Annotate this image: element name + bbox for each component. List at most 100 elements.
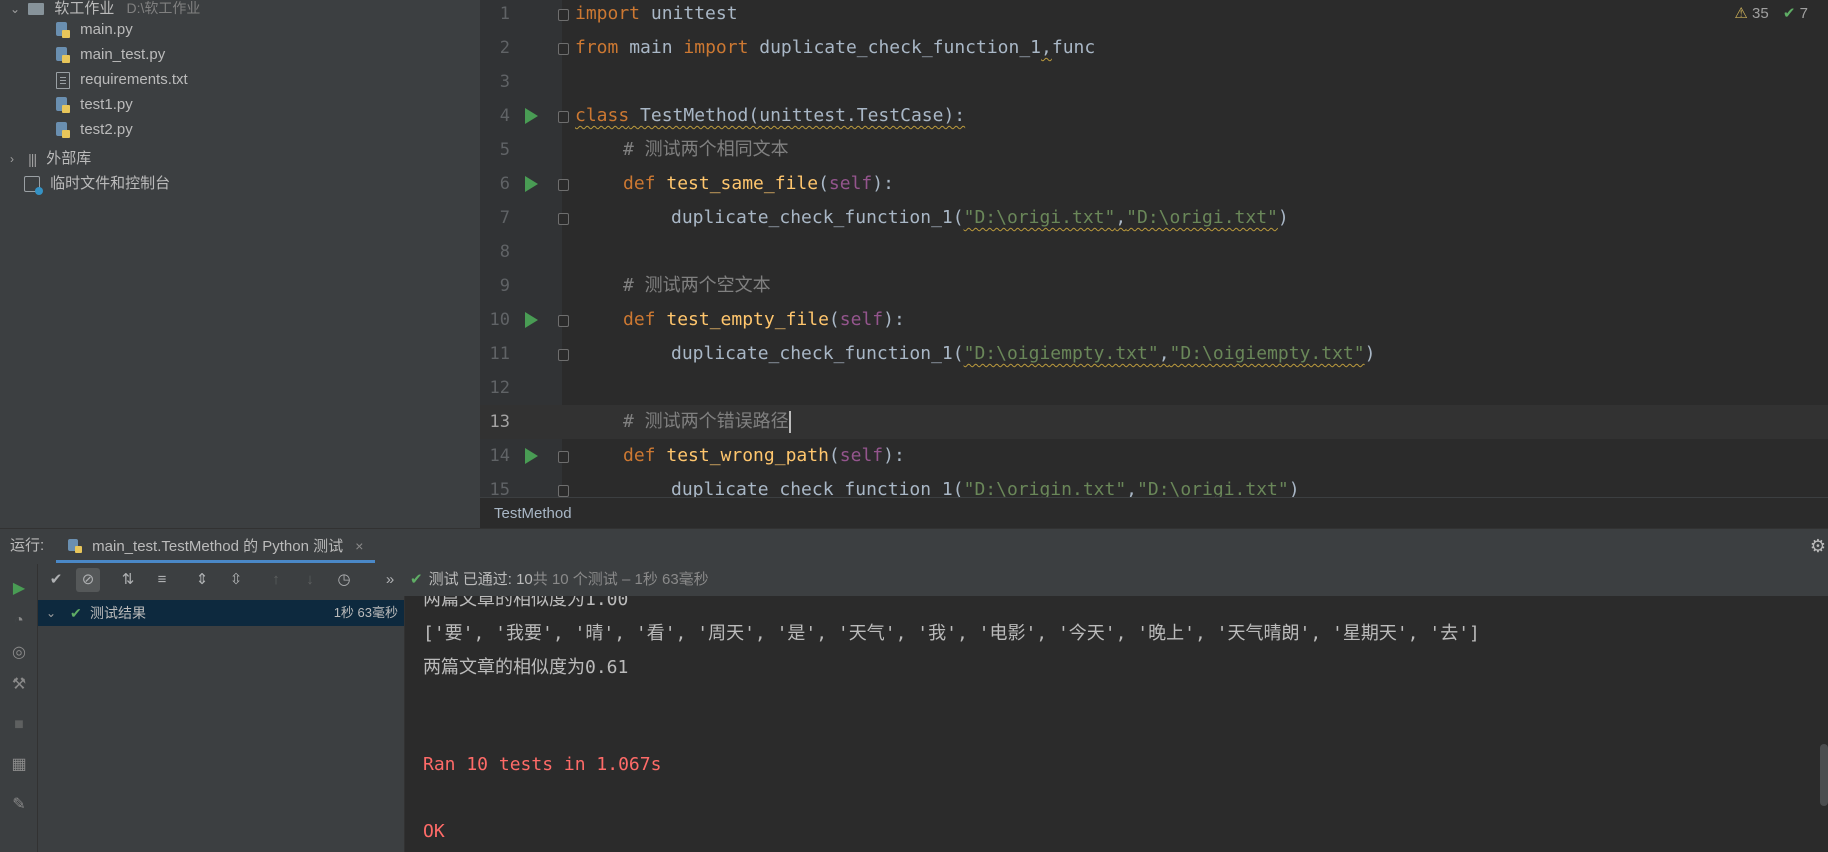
code-line[interactable]: 14 def test_wrong_path(self): — [480, 439, 1828, 473]
layout-icon[interactable]: ▦ — [8, 754, 30, 776]
editor-breadcrumb[interactable]: TestMethod — [480, 497, 1828, 528]
console-line: ['要', '我要', '晴', '看', '周天', '是', '天气', '… — [423, 623, 1480, 644]
code-line[interactable]: 4 class TestMethod(unittest.TestCase): — [480, 99, 1828, 133]
console-line-ok: OK — [423, 821, 445, 842]
wrench-icon[interactable]: ⚒ — [8, 674, 30, 696]
fold-marker-icon[interactable] — [558, 451, 569, 463]
code-line[interactable]: 9 # 测试两个空文本 — [480, 269, 1828, 303]
code-line[interactable]: 11 duplicate_check_function_1("D:\oigiem… — [480, 337, 1828, 371]
scratch-icon — [24, 176, 43, 196]
fold-marker-icon[interactable] — [558, 213, 569, 225]
check-icon: ✔ — [410, 571, 423, 588]
run-label: 运行: — [10, 537, 45, 554]
debug-icon[interactable]: ◔ — [8, 610, 30, 632]
profiler-icon[interactable]: ◎ — [8, 642, 30, 664]
line-number: 6 — [499, 174, 510, 194]
run-test-icon[interactable] — [525, 176, 538, 192]
run-tab-label: main_test.TestMethod 的 Python 测试 — [92, 538, 344, 555]
tree-file-requirements[interactable]: requirements.txt — [56, 67, 188, 92]
test-results-root[interactable]: ⌄ ✔ 测试结果 1秒 63毫秒 — [38, 600, 404, 626]
line-number: 11 — [489, 344, 510, 364]
chevron-down-icon[interactable]: ⌄ — [46, 600, 56, 626]
expand-all-icon[interactable]: ⇕ — [190, 568, 214, 592]
tree-scratches[interactable]: 临时文件和控制台 — [24, 171, 170, 196]
fold-marker-icon[interactable] — [558, 349, 569, 361]
previous-test-icon[interactable]: ↑ — [264, 568, 288, 592]
code-line[interactable]: 6 def test_same_file(self): — [480, 167, 1828, 201]
line-number: 12 — [489, 378, 510, 398]
code-text: import unittest — [575, 3, 738, 24]
collapse-all-icon[interactable]: ⇳ — [224, 568, 248, 592]
sort-duration-icon[interactable]: ≡ — [150, 568, 174, 592]
run-test-icon[interactable] — [525, 108, 538, 124]
code-text: def test_same_file(self): — [623, 173, 894, 194]
line-number: 7 — [499, 208, 510, 228]
line-number: 10 — [489, 310, 510, 330]
test-runner-toolbar: ✔ ⊘ ⇅ ≡ ⇕ ⇳ ↑ ↓ ◷ » ✔ 测试 已通过: 10共 10 个测试 … — [38, 564, 1828, 596]
code-comment: # 测试两个相同文本 — [623, 139, 789, 160]
test-results-time: 1秒 63毫秒 — [333, 605, 398, 620]
fold-marker-icon[interactable] — [558, 9, 569, 21]
run-console[interactable]: 两篇文章的相似度为1.00 ['要', '我要', '晴', '看', '周天'… — [405, 596, 1828, 852]
text-file-icon — [56, 71, 70, 89]
show-passed-icon[interactable]: ✔ — [44, 568, 68, 592]
line-number: 13 — [489, 412, 510, 432]
run-test-icon[interactable] — [525, 448, 538, 464]
tree-file-test2-py[interactable]: test2.py — [56, 117, 133, 142]
file-label: test2.py — [80, 121, 133, 138]
history-icon[interactable]: ◷ — [332, 568, 356, 592]
python-file-icon — [56, 97, 70, 114]
rerun-icon[interactable]: ▶ — [8, 578, 30, 600]
close-icon[interactable]: × — [355, 538, 363, 554]
code-text: def test_empty_file(self): — [623, 309, 905, 330]
fold-marker-icon[interactable] — [558, 485, 569, 497]
stop-icon[interactable]: ■ — [8, 714, 30, 736]
tree-external-libraries[interactable]: › ||| 外部库 — [10, 146, 91, 171]
chevron-down-icon[interactable]: ⌄ — [10, 0, 24, 22]
line-number: 14 — [489, 446, 510, 466]
code-line[interactable]: 15 duplicate_check_function_1("D:\origin… — [480, 473, 1828, 497]
tree-file-test1-py[interactable]: test1.py — [56, 92, 133, 117]
line-number: 1 — [499, 4, 510, 24]
show-ignored-icon[interactable]: ⊘ — [76, 568, 100, 592]
project-tool-window: ⌄ 软工作业 D:\软工作业 main.py main_test.py requ… — [0, 0, 480, 528]
next-test-icon[interactable]: ↓ — [298, 568, 322, 592]
more-actions-icon[interactable]: » — [378, 568, 402, 592]
chevron-right-icon[interactable]: › — [10, 147, 24, 172]
tree-file-main-test-py[interactable]: main_test.py — [56, 42, 165, 67]
code-line[interactable]: 1 import unittest — [480, 0, 1828, 31]
file-label: test1.py — [80, 96, 133, 113]
console-scrollbar[interactable] — [1820, 744, 1828, 806]
code-line[interactable]: 12 — [480, 371, 1828, 405]
console-line: 两篇文章的相似度为0.61 — [423, 657, 629, 678]
sort-alpha-icon[interactable]: ⇅ — [116, 568, 140, 592]
code-line[interactable]: 10 def test_empty_file(self): — [480, 303, 1828, 337]
folder-icon — [28, 3, 45, 16]
fold-marker-icon[interactable] — [558, 315, 569, 327]
run-tool-window-header: 运行: main_test.TestMethod 的 Python 测试 × ⚙ — [0, 528, 1828, 565]
fold-marker-icon[interactable] — [558, 43, 569, 55]
code-line[interactable]: 7 duplicate_check_function_1("D:\origi.t… — [480, 201, 1828, 235]
library-icon: ||| — [28, 150, 37, 167]
fold-marker-icon[interactable] — [558, 111, 569, 123]
run-test-icon[interactable] — [525, 312, 538, 328]
code-line[interactable]: 8 — [480, 235, 1828, 269]
code-editor[interactable]: ⚠ 35 ✔ 7 1 import unittest 2 from main i… — [480, 0, 1828, 497]
fold-marker-icon[interactable] — [558, 179, 569, 191]
gear-icon[interactable]: ⚙ — [1810, 536, 1826, 557]
external-libs-label: 外部库 — [46, 150, 92, 167]
code-comment: # 测试两个空文本 — [623, 275, 771, 296]
code-line[interactable]: 3 — [480, 65, 1828, 99]
check-icon: ✔ — [70, 605, 82, 621]
code-line[interactable]: 5 # 测试两个相同文本 — [480, 133, 1828, 167]
pin-icon[interactable]: ✎ — [8, 794, 30, 816]
code-line-current[interactable]: 13 # 测试两个错误路径 — [480, 405, 1828, 439]
tree-file-main-py[interactable]: main.py — [56, 17, 133, 42]
line-number: 2 — [499, 38, 510, 58]
code-line[interactable]: 2 from main import duplicate_check_funct… — [480, 31, 1828, 65]
code-text: from main import duplicate_check_functio… — [575, 37, 1096, 58]
line-number: 9 — [499, 276, 510, 296]
run-tab[interactable]: main_test.TestMethod 的 Python 测试 × — [56, 529, 376, 563]
file-label: main_test.py — [80, 46, 166, 63]
file-label: requirements.txt — [80, 71, 188, 88]
